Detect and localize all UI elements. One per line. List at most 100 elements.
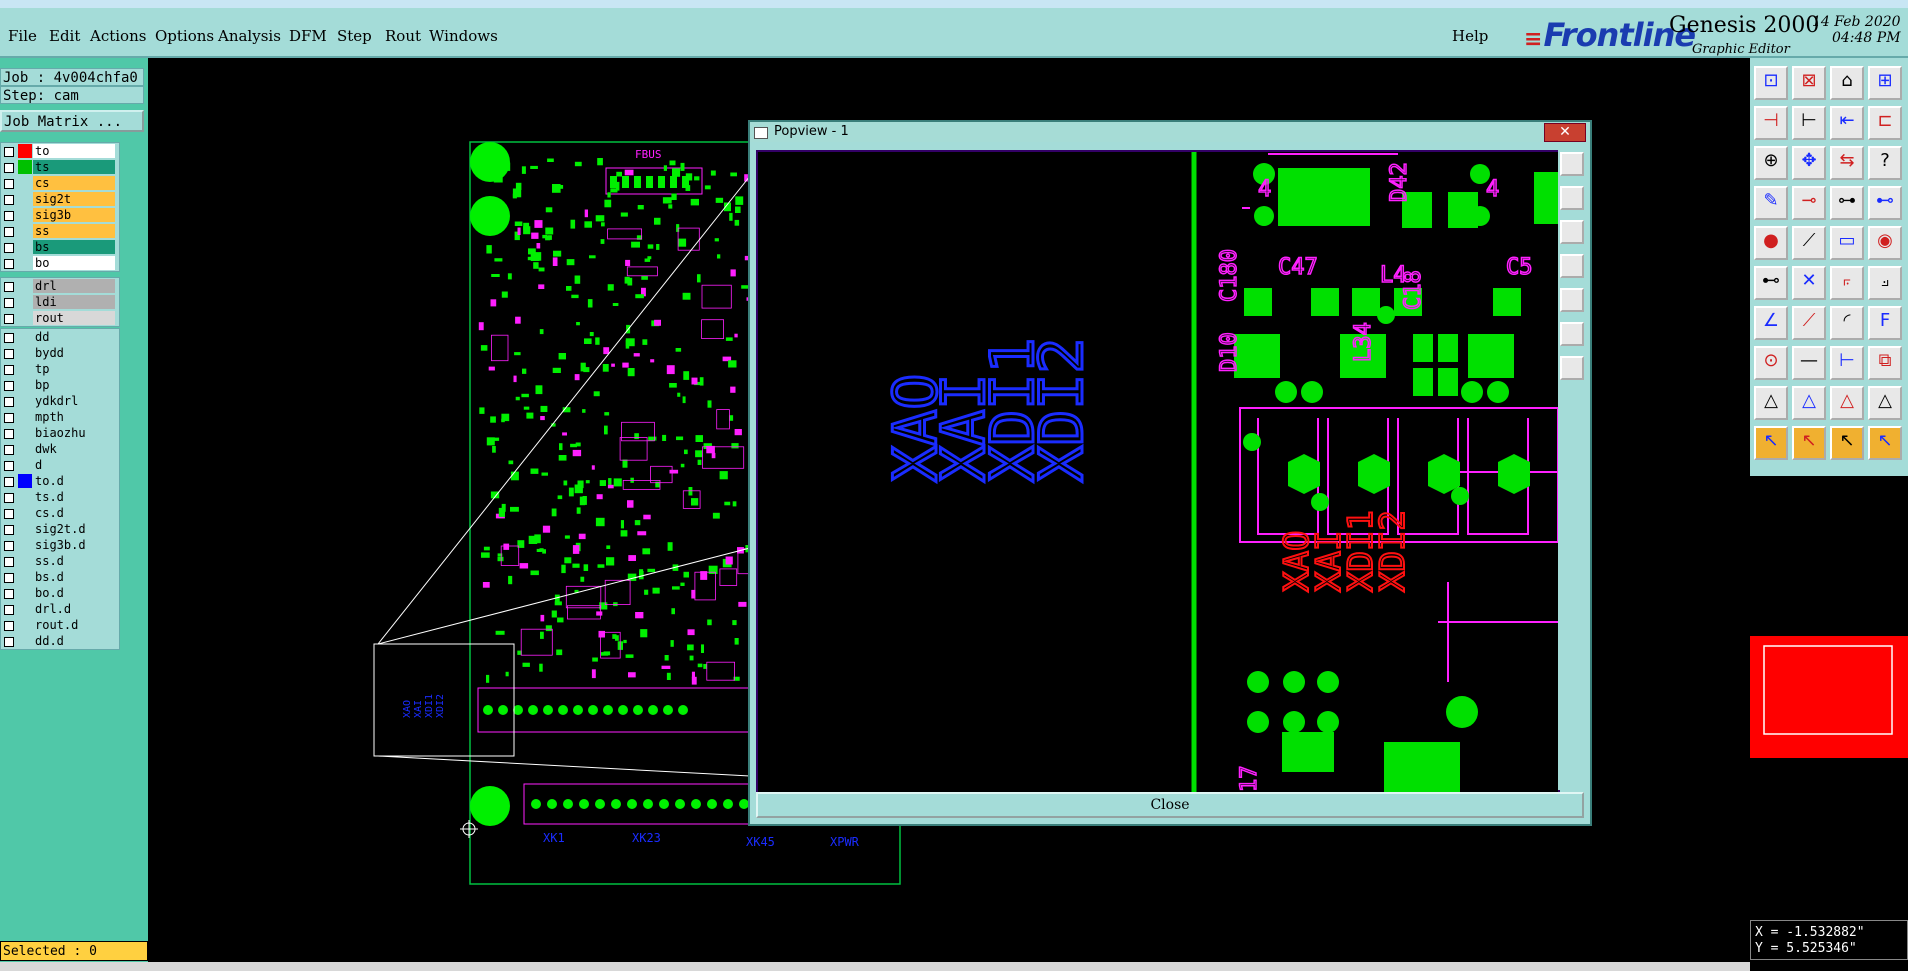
layer-row-sig3b-d[interactable]: sig3b.d [1, 537, 119, 553]
layer-color-swatch[interactable] [18, 602, 32, 616]
layer-row-to-d[interactable]: to.d [1, 473, 119, 489]
connect-icon[interactable]: ⊷ [1754, 266, 1788, 300]
layer-name[interactable]: ts.d [33, 490, 115, 504]
help-icon[interactable]: ? [1868, 146, 1902, 180]
layer-row-ydkdrl[interactable]: ydkdrl [1, 393, 119, 409]
popview-titlebar[interactable]: Popview - 1 ✕ [750, 122, 1590, 142]
layer-row-tp[interactable]: tp [1, 361, 119, 377]
layer-name[interactable]: dd.d [33, 634, 115, 648]
layer-name[interactable]: bo [33, 256, 115, 270]
layer-checkbox[interactable] [4, 211, 14, 221]
layer-row-bydd[interactable]: bydd [1, 345, 119, 361]
layer-color-swatch[interactable] [18, 634, 32, 648]
layer-row-rout[interactable]: rout [1, 310, 119, 326]
layer-name[interactable]: bs [33, 240, 115, 254]
menu-actions[interactable]: Actions [90, 27, 146, 45]
layer-row-mpth[interactable]: mpth [1, 409, 119, 425]
layer-color-swatch[interactable] [18, 160, 32, 174]
layer-name[interactable]: ss [33, 224, 115, 238]
layer-name[interactable]: bp [33, 378, 115, 392]
layer-checkbox[interactable] [4, 397, 14, 407]
layer-name[interactable]: cs [33, 176, 115, 190]
key-icon[interactable]: ⊸ [1792, 186, 1826, 220]
layer-name[interactable]: sig3b [33, 208, 115, 222]
layer-name[interactable]: ts [33, 160, 115, 174]
select-net-icon[interactable]: ↖ [1868, 426, 1902, 460]
layer-checkbox[interactable] [4, 365, 14, 375]
layer-checkbox[interactable] [4, 429, 14, 439]
add-pad-icon[interactable]: ⊙ [1754, 346, 1788, 380]
layer-row-ss-d[interactable]: ss.d [1, 553, 119, 569]
undo-icon[interactable]: ⊣ [1754, 106, 1788, 140]
layer-name[interactable]: drl [33, 279, 115, 293]
menu-rout[interactable]: Rout [385, 27, 421, 45]
layer-checkbox[interactable] [4, 179, 14, 189]
layer-color-swatch[interactable] [18, 490, 32, 504]
layer-name[interactable]: sig2t.d [33, 522, 115, 536]
open-icon[interactable]: ⊡ [1754, 66, 1788, 100]
layer-color-swatch[interactable] [18, 570, 32, 584]
menu-step[interactable]: Step [337, 27, 372, 45]
polygon-icon[interactable]: △ [1792, 386, 1826, 420]
horizontal-icon[interactable]: — [1792, 346, 1826, 380]
home-icon[interactable]: ⌂ [1830, 66, 1864, 100]
layer-row-ss[interactable]: ss [1, 223, 119, 239]
menu-edit[interactable]: Edit [49, 27, 80, 45]
route-icon[interactable]: ⟓ [1868, 266, 1902, 300]
drill-icon[interactable]: ◉ [1868, 226, 1902, 260]
layer-color-swatch[interactable] [18, 176, 32, 190]
layer-name[interactable]: mpth [33, 410, 115, 424]
layer-checkbox[interactable] [4, 621, 14, 631]
layer-row-bs-d[interactable]: bs.d [1, 569, 119, 585]
layer-checkbox[interactable] [4, 557, 14, 567]
arc-alt-icon[interactable]: △ [1830, 386, 1864, 420]
menu-file[interactable]: File [8, 27, 37, 45]
layer-row-rout-d[interactable]: rout.d [1, 617, 119, 633]
layer-color-swatch[interactable] [18, 144, 32, 158]
zoom-out-icon[interactable] [1560, 186, 1584, 210]
layer-name[interactable]: bs.d [33, 570, 115, 584]
layer-name[interactable]: d [33, 458, 115, 472]
layer-color-swatch[interactable] [18, 311, 32, 325]
ratio-icon[interactable]: ⇆ [1830, 146, 1864, 180]
snap-icon[interactable]: ✎ [1754, 186, 1788, 220]
layer-color-swatch[interactable] [18, 618, 32, 632]
layer-row-sig3b[interactable]: sig3b [1, 207, 119, 223]
layer-row-dd[interactable]: dd [1, 329, 119, 345]
layer-color-swatch[interactable] [18, 394, 32, 408]
target-icon[interactable]: ● [1754, 226, 1788, 260]
layer-checkbox[interactable] [4, 259, 14, 269]
zoom-window-icon[interactable] [1560, 322, 1584, 346]
layer-name[interactable]: bo.d [33, 586, 115, 600]
layer-name[interactable]: rout [33, 311, 115, 325]
layer-color-swatch[interactable] [18, 295, 32, 309]
overview-map[interactable] [1750, 636, 1908, 758]
pointer-icon[interactable]: ↖ [1754, 426, 1788, 460]
layer-name[interactable]: drl.d [33, 602, 115, 616]
menu-options[interactable]: Options [155, 27, 214, 45]
edit-arc-icon[interactable]: △ [1868, 386, 1902, 420]
menu-analysis[interactable]: Analysis [218, 27, 281, 45]
zoom-home-icon[interactable] [1560, 220, 1584, 244]
layer-color-swatch[interactable] [18, 378, 32, 392]
layer-checkbox[interactable] [4, 195, 14, 205]
triangle-icon[interactable]: △ [1754, 386, 1788, 420]
layer-name[interactable]: biaozhu [33, 426, 115, 440]
popview-close-button[interactable]: Close [756, 792, 1584, 818]
layer-color-swatch[interactable] [18, 224, 32, 238]
layer-name[interactable]: dd [33, 330, 115, 344]
zoom-fit-icon[interactable] [1560, 356, 1584, 380]
layer-name[interactable]: to.d [33, 474, 115, 488]
layer-row-d[interactable]: d [1, 457, 119, 473]
layer-checkbox[interactable] [4, 637, 14, 647]
cross-icon[interactable]: ✕ [1792, 266, 1826, 300]
layer-row-sig2t-d[interactable]: sig2t.d [1, 521, 119, 537]
layer-name[interactable]: rout.d [33, 618, 115, 632]
layer-checkbox[interactable] [4, 413, 14, 423]
arc-icon[interactable]: ◜ [1830, 306, 1864, 340]
layer-name[interactable]: ydkdrl [33, 394, 115, 408]
layer-row-to[interactable]: to [1, 143, 119, 159]
layer-color-swatch[interactable] [18, 256, 32, 270]
layer-color-swatch[interactable] [18, 586, 32, 600]
layer-color-swatch[interactable] [18, 208, 32, 222]
